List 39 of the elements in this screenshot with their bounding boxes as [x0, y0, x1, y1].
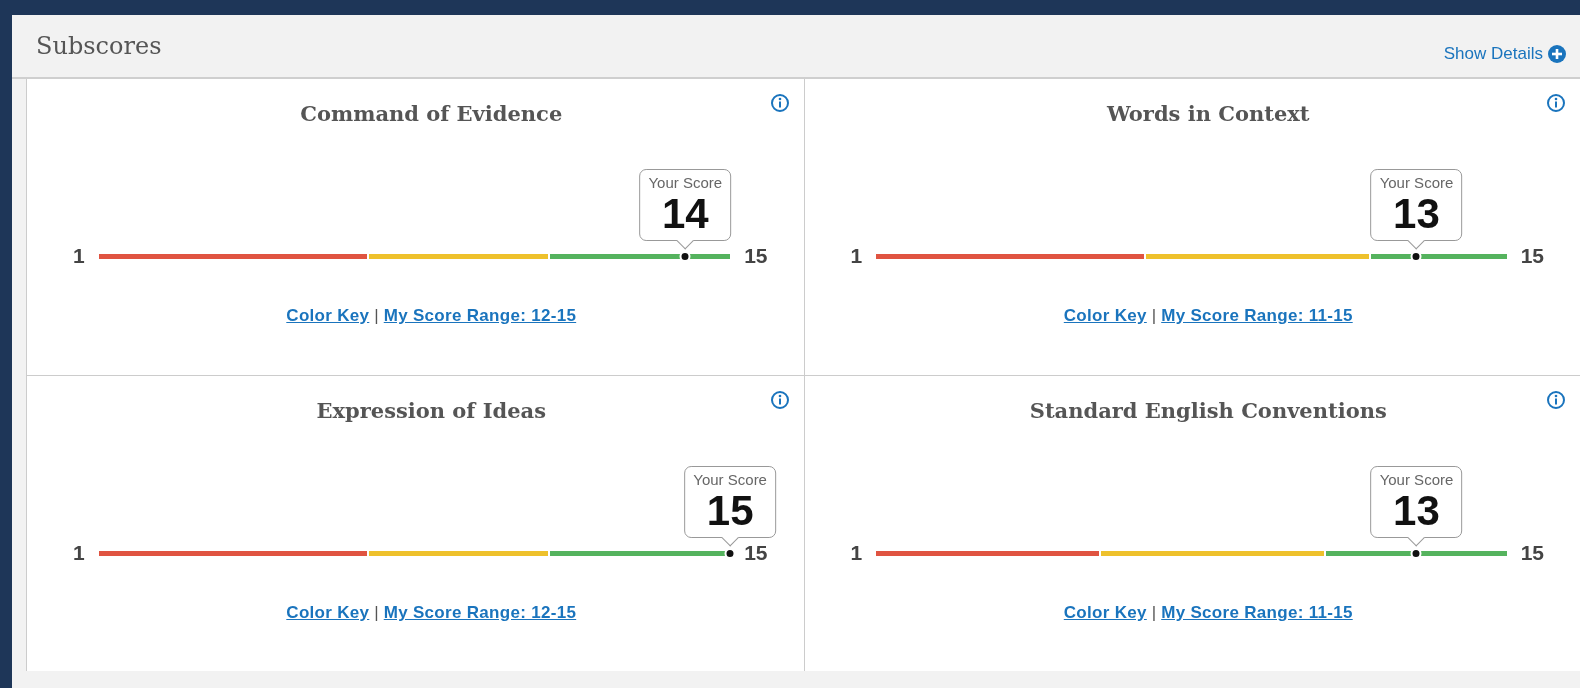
subscore-title: Expression of Ideas [316, 398, 546, 423]
score-value: 15 [706, 488, 754, 535]
score-value: 14 [661, 191, 709, 238]
section-title: Subscores [36, 32, 162, 60]
scale-max-label: 15 [1520, 541, 1544, 565]
subscore-title: Command of Evidence [300, 101, 563, 126]
scale-max-label: 15 [744, 541, 768, 565]
color-key-link[interactable]: Color Key [1063, 603, 1147, 623]
callout-label: Your Score [1379, 174, 1454, 192]
score-range-link[interactable]: My Score Range: 11-15 [1161, 306, 1353, 326]
color-key-link[interactable]: Color Key [1063, 306, 1147, 326]
score-range-link[interactable]: My Score Range: 12-15 [383, 306, 577, 326]
scale-max-label: 15 [744, 244, 768, 268]
link-separator: | [1151, 306, 1157, 326]
scale-min-label: 1 [850, 244, 863, 268]
callout-label: Your Score [1379, 471, 1454, 489]
link-separator: | [374, 603, 379, 623]
info-icon[interactable] [1546, 390, 1566, 410]
callout-label: Your Score [648, 174, 723, 192]
score-value: 13 [1393, 191, 1440, 238]
subscore-title: Words in Context [1106, 101, 1310, 126]
info-icon[interactable] [1546, 93, 1566, 113]
plus-circle-icon [1548, 45, 1566, 63]
scale-min-label: 1 [73, 244, 85, 268]
score-range-link[interactable]: My Score Range: 11-15 [1161, 603, 1353, 623]
info-icon[interactable] [769, 93, 790, 113]
info-icon[interactable] [769, 390, 790, 410]
score-range-link[interactable]: My Score Range: 12-15 [383, 603, 577, 623]
color-key-link[interactable]: Color Key [286, 603, 370, 623]
scale-min-label: 1 [850, 541, 863, 565]
subscore-title: Standard English Conventions [1029, 398, 1387, 423]
scale-min-label: 1 [73, 541, 85, 565]
scale-max-label: 15 [1520, 244, 1544, 268]
color-key-link[interactable]: Color Key [286, 306, 370, 326]
link-separator: | [1151, 603, 1157, 623]
link-separator: | [374, 306, 379, 326]
score-value: 13 [1393, 488, 1440, 535]
callout-label: Your Score [693, 471, 767, 489]
show-details-link[interactable]: Show Details [1443, 44, 1566, 64]
